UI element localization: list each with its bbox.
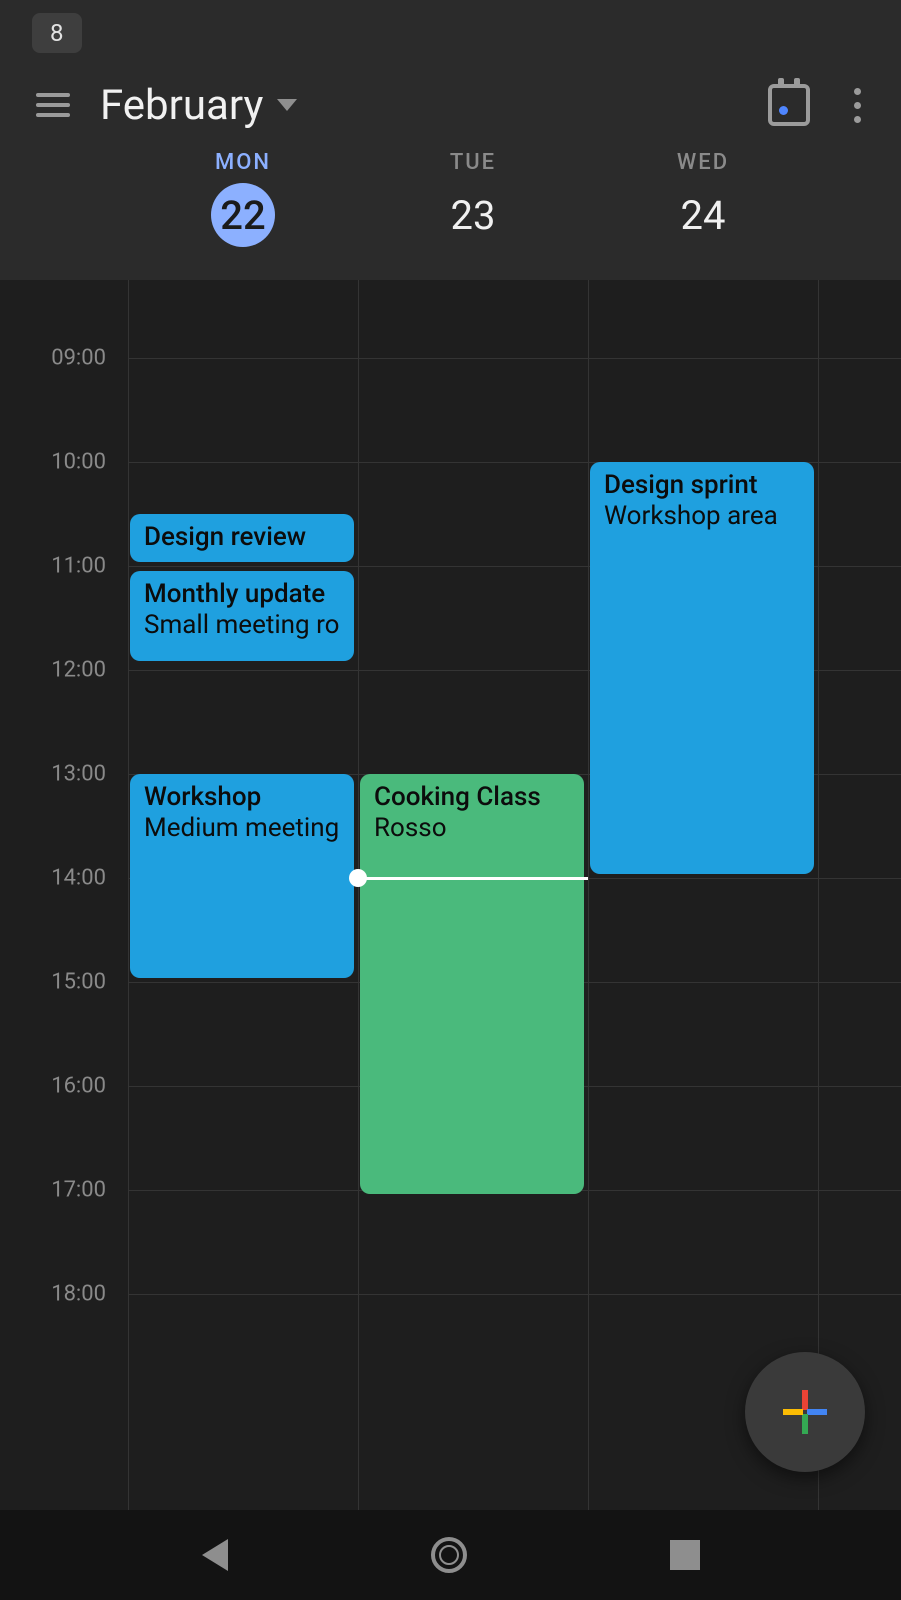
month-label: February [100, 81, 263, 130]
event-title: Design review [144, 522, 340, 553]
day-of-week-label: MON [128, 150, 358, 175]
week-number-badge: 8 [32, 13, 82, 53]
days-header: MON 22 TUE 23 WED 24 [0, 150, 901, 247]
calendar-event[interactable]: Design sprintWorkshop area [590, 462, 814, 874]
nav-back-button[interactable] [202, 1539, 228, 1571]
calendar-event[interactable]: Design review [130, 514, 354, 562]
chevron-down-icon [277, 99, 297, 111]
day-number: 24 [671, 183, 735, 247]
event-location: Medium meeting [144, 813, 340, 844]
hour-label: 13:00 [51, 762, 106, 787]
hour-label: 15:00 [51, 970, 106, 995]
nav-recent-button[interactable] [670, 1540, 700, 1570]
day-header[interactable]: WED 24 [588, 150, 818, 247]
menu-button[interactable] [36, 93, 70, 117]
day-number: 22 [211, 183, 275, 247]
create-event-fab[interactable] [745, 1352, 865, 1472]
hour-labels: 09:00 10:00 11:00 12:00 13:00 14:00 15:00 16:00… [0, 280, 128, 1510]
event-title: Workshop [144, 782, 340, 813]
event-location: Small meeting ro [144, 610, 340, 641]
more-button[interactable] [850, 84, 865, 127]
calendar-event[interactable]: Cooking ClassRosso [360, 774, 584, 1194]
month-picker[interactable]: February [100, 81, 297, 130]
event-location: Rosso [374, 813, 570, 844]
day-of-week-label: TUE [358, 150, 588, 175]
calendar-event[interactable]: WorkshopMedium meeting [130, 774, 354, 978]
hour-label: 12:00 [51, 658, 106, 683]
hour-label: 11:00 [51, 554, 106, 579]
calendar-event[interactable]: Monthly updateSmall meeting ro [130, 571, 354, 661]
plus-icon [779, 1386, 831, 1438]
system-nav-bar [0, 1510, 901, 1600]
hour-label: 10:00 [51, 450, 106, 475]
day-of-week-label: WED [588, 150, 818, 175]
hour-label: 09:00 [51, 346, 106, 371]
app-header: February 8 MON 22 TUE 23 WED 24 [0, 0, 901, 280]
hour-label: 18:00 [51, 1282, 106, 1307]
now-indicator-line [358, 877, 588, 880]
event-title: Monthly update [144, 579, 340, 610]
event-title: Design sprint [604, 470, 800, 501]
nav-home-button[interactable] [431, 1537, 467, 1573]
day-number: 23 [441, 183, 505, 247]
hour-label: 17:00 [51, 1178, 106, 1203]
now-indicator-dot [349, 869, 367, 887]
hour-label: 14:00 [51, 866, 106, 891]
today-button[interactable] [768, 84, 810, 126]
day-header[interactable]: MON 22 [128, 150, 358, 247]
hour-label: 16:00 [51, 1074, 106, 1099]
event-title: Cooking Class [374, 782, 570, 813]
event-location: Workshop area [604, 501, 800, 532]
calendar-grid[interactable]: 09:00 10:00 11:00 12:00 13:00 14:00 15:00 16:00… [0, 280, 901, 1510]
day-header[interactable]: TUE 23 [358, 150, 588, 247]
